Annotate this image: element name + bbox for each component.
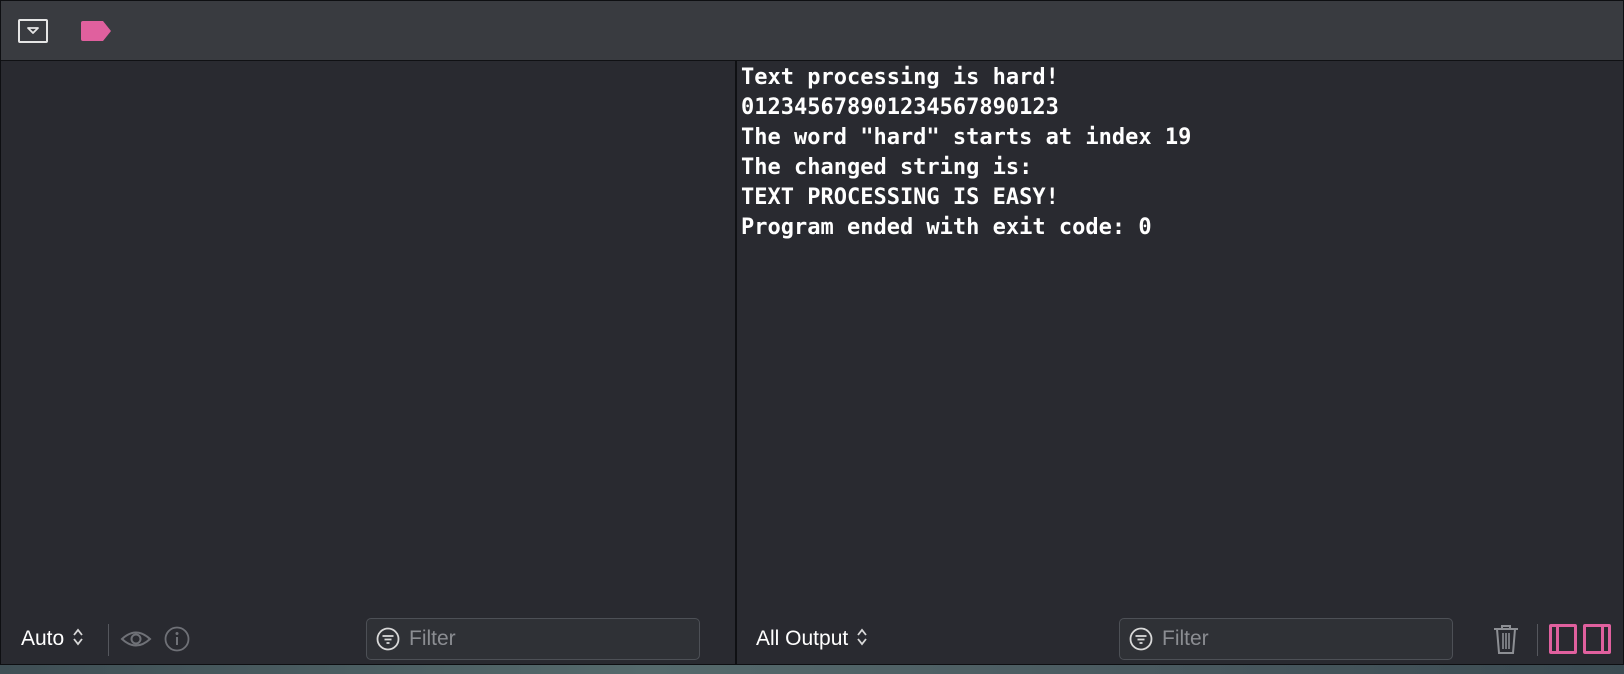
console-line: Program ended with exit code: 0 bbox=[741, 215, 1152, 240]
console-bottom-bar: All Output bbox=[737, 610, 1623, 664]
console-line: The changed string is: bbox=[741, 155, 1033, 180]
right-panel-icon bbox=[1601, 627, 1604, 651]
console-line: 012345678901234567890123 bbox=[741, 95, 1059, 120]
hide-debug-area-icon bbox=[27, 27, 39, 34]
console-filter-input[interactable] bbox=[1162, 619, 1444, 659]
info-icon bbox=[164, 626, 190, 652]
chevron-up-down-icon bbox=[857, 629, 867, 646]
console-line: TEXT PROCESSING IS EASY! bbox=[741, 185, 1059, 210]
clear-console-button[interactable] bbox=[1492, 623, 1520, 655]
debug-toolbar bbox=[1, 1, 1623, 61]
separator bbox=[1537, 624, 1538, 656]
show-console-view-button[interactable] bbox=[1583, 624, 1611, 654]
hide-debug-area-button[interactable] bbox=[18, 19, 48, 43]
breakpoint-toggle-button[interactable] bbox=[81, 21, 113, 41]
variables-filter-field[interactable] bbox=[366, 618, 700, 660]
print-description-button[interactable] bbox=[163, 625, 195, 653]
output-scope-label: All Output bbox=[756, 627, 849, 650]
variables-view bbox=[1, 61, 735, 664]
console-filter-field[interactable] bbox=[1119, 618, 1453, 660]
show-variables-view-button[interactable] bbox=[1549, 624, 1577, 654]
variables-scope-select[interactable]: Auto bbox=[21, 626, 84, 652]
console-output[interactable]: Text processing is hard! 0123456789012345… bbox=[741, 63, 1191, 243]
left-panel-icon bbox=[1556, 627, 1559, 651]
variables-scope-label: Auto bbox=[21, 627, 65, 650]
output-scope-select[interactable]: All Output bbox=[756, 626, 868, 652]
debug-area: Text processing is hard! 0123456789012345… bbox=[0, 0, 1624, 665]
eye-icon bbox=[120, 631, 152, 647]
console-line: Text processing is hard! bbox=[741, 65, 1059, 90]
console-view: Text processing is hard! 0123456789012345… bbox=[737, 61, 1623, 664]
variables-filter-input[interactable] bbox=[409, 619, 691, 659]
desktop-background bbox=[0, 665, 1624, 674]
filter-icon bbox=[376, 627, 400, 651]
chevron-up-down-icon bbox=[73, 629, 83, 646]
variables-bottom-bar: Auto bbox=[1, 610, 735, 664]
console-line: The word "hard" starts at index 19 bbox=[741, 125, 1192, 150]
trash-icon bbox=[1494, 625, 1518, 654]
separator bbox=[108, 624, 109, 656]
show-types-button[interactable] bbox=[120, 625, 152, 653]
breakpoint-icon bbox=[81, 21, 111, 41]
filter-icon bbox=[1129, 627, 1153, 651]
